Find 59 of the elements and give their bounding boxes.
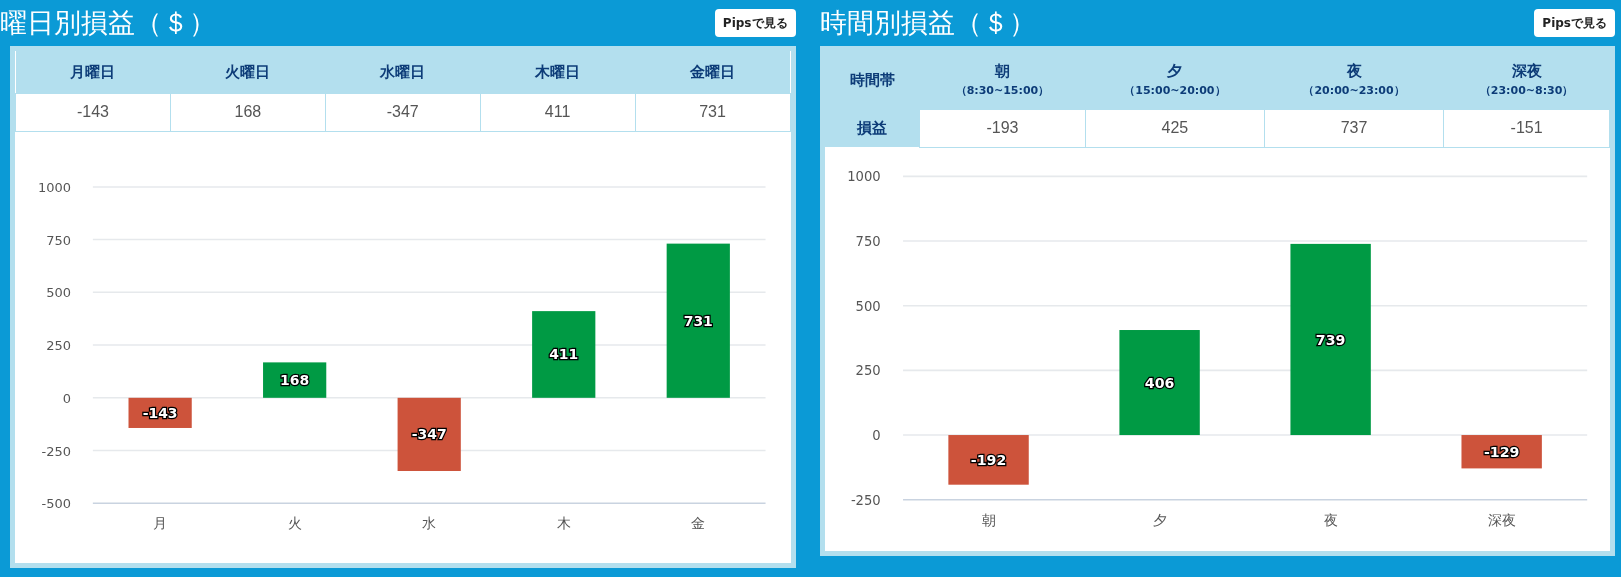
time-range: （20:00~23:00） [1302, 82, 1406, 99]
table-cell: 737 [1264, 109, 1444, 147]
bar-value-label: 731 [683, 312, 713, 329]
table-cell: -193 [919, 109, 1086, 147]
table-cell: -347 [325, 93, 481, 131]
y-tick-label: 250 [855, 362, 881, 378]
table-cell: 425 [1085, 109, 1265, 147]
column-header: 月曜日 [15, 51, 171, 93]
column-header: 朝 [994, 62, 1010, 81]
x-tick-label: 夕 [1152, 511, 1167, 528]
column-header: 夕 [1167, 62, 1183, 81]
y-tick-label: -500 [41, 495, 71, 511]
table-cell: 731 [635, 93, 790, 131]
column-header: 水曜日 [325, 51, 481, 93]
time-range: （15:00~20:00） [1123, 82, 1227, 99]
bar-value-label: -192 [970, 451, 1006, 468]
table-cell: 168 [170, 93, 326, 131]
row-header: 損益 [824, 109, 920, 147]
x-tick-label: 火 [287, 514, 302, 531]
view-pips-button[interactable]: Pipsで見る [1534, 9, 1615, 37]
bar-value-label: -143 [142, 404, 178, 421]
x-tick-label: 金 [691, 514, 706, 531]
y-tick-label: 0 [62, 390, 71, 406]
y-tick-label: -250 [41, 443, 71, 459]
y-tick-label: 0 [871, 427, 881, 443]
bar-value-label: 168 [280, 371, 310, 388]
bar-value-label: 406 [1144, 374, 1174, 391]
time-range: （8:30~15:00） [954, 82, 1051, 99]
bar-value-label: -347 [411, 425, 447, 442]
x-tick-label: 夜 [1323, 511, 1338, 528]
bar-value-label: -129 [1483, 443, 1519, 460]
x-tick-label: 朝 [981, 511, 996, 528]
column-header: 夜 [1346, 62, 1362, 81]
column-header: 深夜 [1511, 62, 1542, 81]
y-tick-label: 750 [855, 233, 881, 249]
table-cell: 411 [480, 93, 636, 131]
column-header: 時間帯 [824, 51, 920, 109]
bar-value-label: 739 [1315, 331, 1345, 348]
y-tick-label: 1000 [37, 179, 71, 195]
x-tick-label: 深夜 [1487, 511, 1516, 528]
column-header: 火曜日 [170, 51, 326, 93]
x-tick-label: 木 [556, 514, 571, 531]
y-tick-label: 750 [46, 232, 71, 248]
panel-title: 曜日別損益（＄） [0, 6, 216, 40]
bar-value-label: 411 [549, 345, 579, 362]
x-tick-label: 月 [153, 514, 168, 531]
time-range: （23:00~8:30） [1478, 82, 1575, 99]
y-tick-label: 500 [46, 284, 71, 300]
column-header: 木曜日 [480, 51, 636, 93]
y-tick-label: -250 [850, 492, 881, 508]
x-tick-label: 水 [422, 514, 437, 531]
table-cell: -151 [1443, 109, 1610, 147]
column-header: 金曜日 [635, 51, 790, 93]
y-tick-label: 1000 [846, 168, 881, 184]
view-pips-button[interactable]: Pipsで見る [714, 9, 796, 37]
y-tick-label: 500 [855, 298, 881, 314]
y-tick-label: 250 [46, 337, 71, 353]
panel-title: 時間別損益（＄） [819, 6, 1036, 40]
table-cell: -143 [15, 93, 171, 131]
